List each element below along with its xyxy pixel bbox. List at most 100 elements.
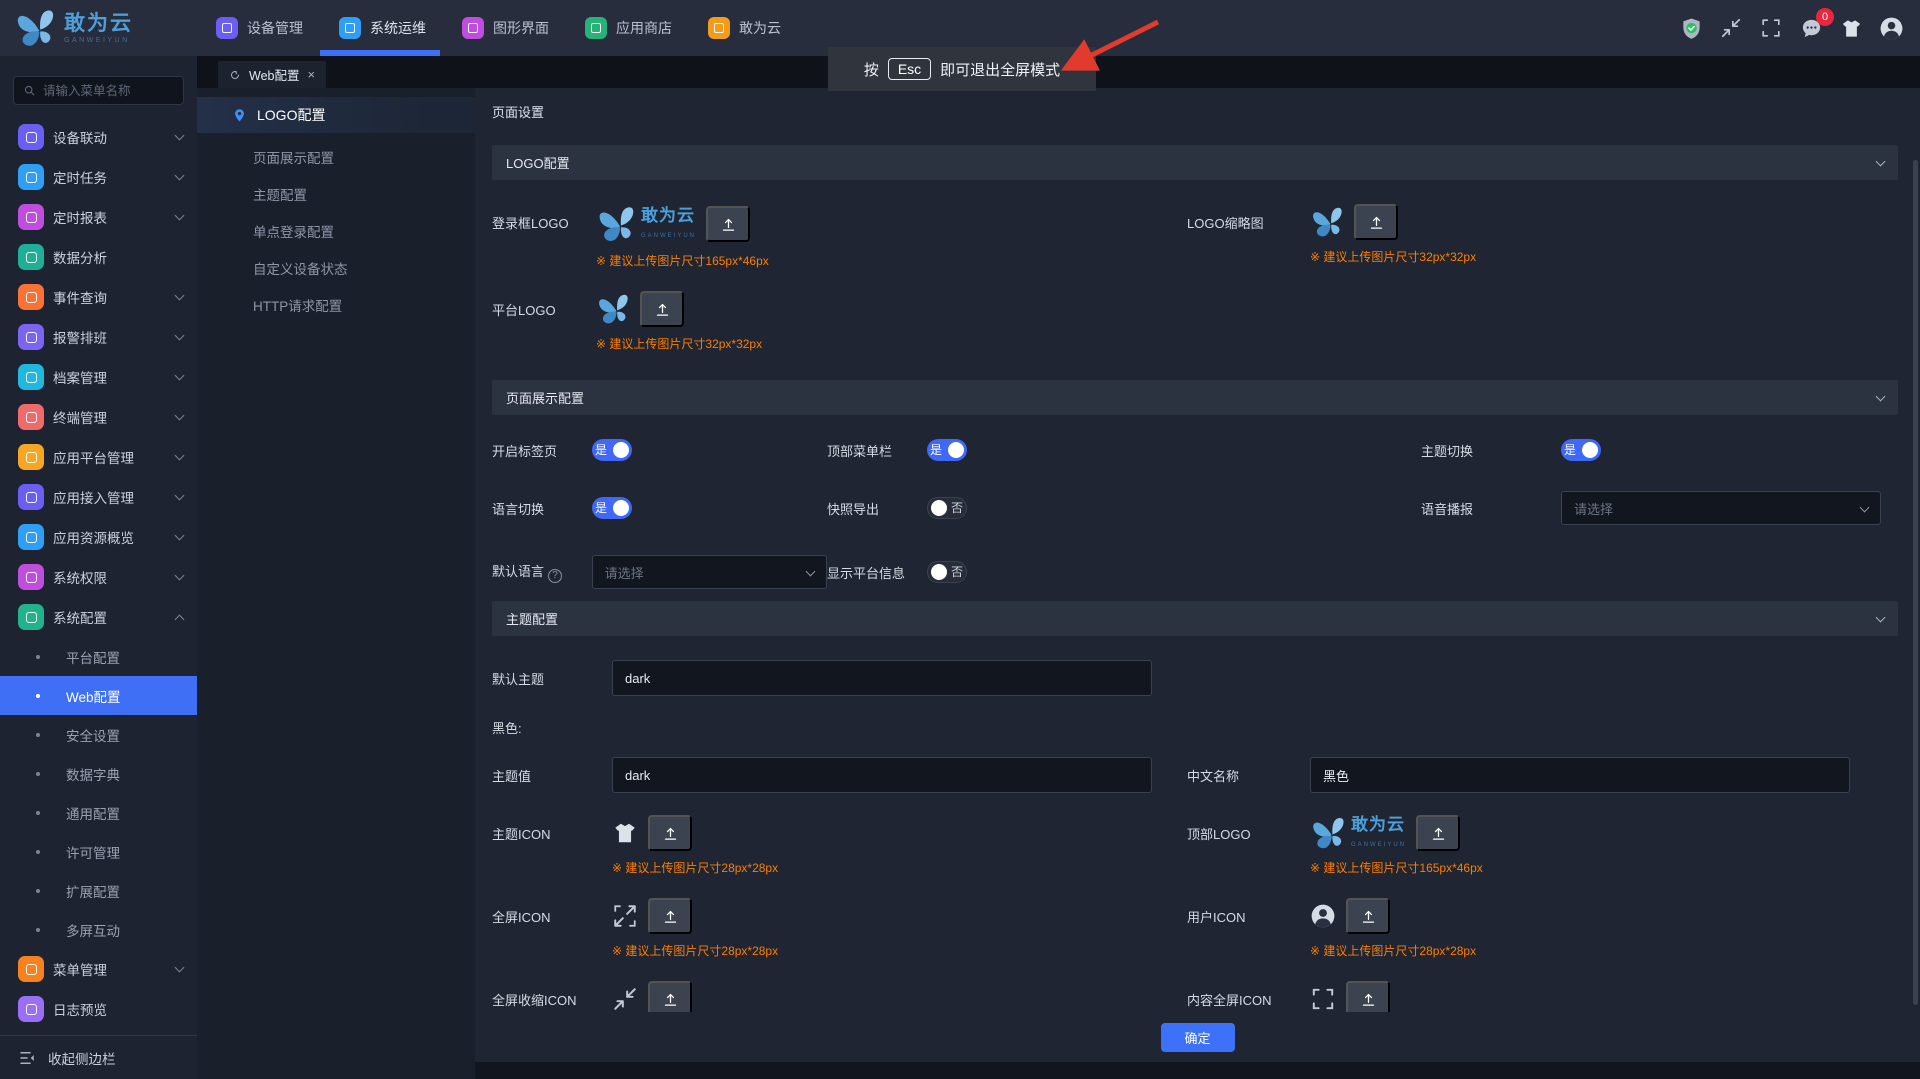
- ganweiyun-butterfly-icon: [708, 17, 730, 39]
- fullscreen-collapse-icon: [612, 986, 638, 1012]
- toggle-snapshot-export[interactable]: 否: [927, 497, 967, 519]
- panel-item-logo-config[interactable]: LOGO配置: [197, 97, 475, 133]
- topbar-actions: 0: [1678, 8, 1920, 41]
- section-header-page-display[interactable]: 页面展示配置: [492, 380, 1898, 415]
- upload-theme-icon-button[interactable]: [648, 815, 692, 851]
- tab-web-config[interactable]: Web配置 ×: [218, 61, 327, 88]
- user-avatar[interactable]: [1878, 15, 1904, 41]
- toggle-show-platform-info[interactable]: 否: [927, 561, 967, 583]
- sidebar-subitem-multiscreen[interactable]: 多屏互动: [0, 910, 197, 949]
- sidebar-item-system-config[interactable]: 系统配置: [0, 597, 197, 637]
- upload-fullscreen-icon-button[interactable]: [648, 898, 692, 934]
- sidebar-subitem-data-dictionary[interactable]: 数据字典: [0, 754, 197, 793]
- sidebar-subitem-extension-config[interactable]: 扩展配置: [0, 871, 197, 910]
- app-access-management-icon: [18, 484, 44, 510]
- panel-item-theme-config[interactable]: 主题配置: [197, 175, 475, 212]
- field-default-theme: 默认主题: [492, 660, 1898, 696]
- exit-fullscreen-icon[interactable]: [1718, 15, 1744, 41]
- upload-login-logo-button[interactable]: [706, 206, 751, 242]
- sidebar-item-scheduled-reports[interactable]: 定时报表: [0, 197, 197, 237]
- search-input[interactable]: [43, 83, 174, 98]
- sidebar-item-system-permissions[interactable]: 系统权限: [0, 557, 197, 597]
- theme-value-input[interactable]: [612, 757, 1152, 793]
- sidebar-item-menu-management[interactable]: 菜单管理: [0, 949, 197, 989]
- system-config-icon: [18, 604, 44, 630]
- panel-item-sso-config[interactable]: 单点登录配置: [197, 212, 475, 249]
- sidebar-item-app-platform-management[interactable]: 应用平台管理: [0, 437, 197, 477]
- sidebar-item-app-resource-overview[interactable]: 应用资源概览: [0, 517, 197, 557]
- sidebar-item-app-access-management[interactable]: 应用接入管理: [0, 477, 197, 517]
- refresh-icon[interactable]: [229, 69, 241, 81]
- confirm-button[interactable]: 确定: [1160, 1022, 1235, 1052]
- upload-hint: ※ 建议上传图片尺寸165px*46px: [596, 254, 769, 268]
- toggle-enable-tabs[interactable]: 是: [592, 439, 632, 461]
- alarm-scheduling-icon: [18, 324, 44, 350]
- help-icon[interactable]: ?: [548, 568, 563, 583]
- brand-butterfly-logo: [14, 7, 56, 49]
- sidebar-item-data-analysis[interactable]: 数据分析: [0, 237, 197, 277]
- settings-form: 页面设置 LOGO配置 登录框LOGO 敢为云 GANWEIYUN ※ 建议上传…: [475, 88, 1920, 1012]
- sidebar: 设备联动 定时任务 定时报表 数据分析 事件查询: [0, 56, 197, 1079]
- upload-hint: ※ 建议上传图片尺寸28px*28px: [612, 861, 779, 875]
- sidebar-item-alarm-scheduling[interactable]: 报警排班: [0, 317, 197, 357]
- nav-system-operations[interactable]: 系统运维: [339, 0, 426, 56]
- archive-management-icon: [18, 364, 44, 390]
- theme-shirt-icon[interactable]: [1838, 15, 1864, 41]
- nav-device-management[interactable]: 设备管理: [216, 0, 303, 56]
- upload-icon: [662, 825, 679, 842]
- upload-platform-logo-button[interactable]: [640, 291, 684, 327]
- upload-hint: ※ 建议上传图片尺寸32px*32px: [596, 337, 763, 351]
- security-shield-icon[interactable]: [1678, 15, 1704, 41]
- default-theme-input[interactable]: [612, 660, 1152, 696]
- section-header-theme-config[interactable]: 主题配置: [492, 601, 1898, 636]
- sidebar-item-log-preview[interactable]: 日志预览: [0, 989, 197, 1029]
- chevron-down-icon: [174, 290, 185, 301]
- graphic-interface-icon: [462, 17, 484, 39]
- upload-logo-thumbnail-button[interactable]: [1354, 204, 1398, 240]
- sidebar-subitem-general-config[interactable]: 通用配置: [0, 793, 197, 832]
- nav-app-store[interactable]: 应用商店: [585, 0, 672, 56]
- vertical-scrollbar[interactable]: [1913, 160, 1918, 1005]
- data-analysis-icon: [18, 244, 44, 270]
- upload-content-fullscreen-icon-button[interactable]: [1346, 981, 1390, 1012]
- close-tab-icon[interactable]: ×: [307, 67, 315, 82]
- settings-panel-nav: LOGO配置 页面展示配置 主题配置 单点登录配置 自定义设备状态 HTTP请求…: [197, 88, 475, 1079]
- voice-broadcast-select[interactable]: 请选择: [1561, 491, 1881, 525]
- nav-ganweiyun[interactable]: 敢为云: [708, 0, 781, 56]
- panel-item-page-display-config[interactable]: 页面展示配置: [197, 138, 475, 175]
- sidebar-item-terminal-management[interactable]: 终端管理: [0, 397, 197, 437]
- cn-name-input[interactable]: [1310, 757, 1850, 793]
- collapse-sidebar-button[interactable]: 收起侧边栏: [0, 1035, 197, 1079]
- section-header-logo-config[interactable]: LOGO配置: [492, 145, 1898, 180]
- panel-item-http-request-config[interactable]: HTTP请求配置: [197, 286, 475, 323]
- sidebar-item-event-query[interactable]: 事件查询: [0, 277, 197, 317]
- messages-icon[interactable]: 0: [1798, 8, 1834, 41]
- default-language-select[interactable]: 请选择: [591, 555, 827, 589]
- chevron-down-icon: [174, 170, 185, 181]
- sidebar-item-device-linkage[interactable]: 设备联动: [0, 117, 197, 157]
- nav-graphic-interface[interactable]: 图形界面: [462, 0, 549, 56]
- upload-user-icon-button[interactable]: [1346, 898, 1390, 934]
- panel-item-custom-device-status[interactable]: 自定义设备状态: [197, 249, 475, 286]
- chevron-down-icon: [174, 130, 185, 141]
- upload-top-logo-button[interactable]: [1416, 815, 1461, 851]
- sidebar-subitem-web-config[interactable]: Web配置: [0, 676, 197, 715]
- chevron-down-icon: [805, 566, 816, 576]
- menu-search-box[interactable]: [13, 76, 184, 105]
- sidebar-item-scheduled-tasks[interactable]: 定时任务: [0, 157, 197, 197]
- chevron-up-icon: [174, 614, 185, 624]
- brand-title: 敢为云: [64, 11, 133, 35]
- toggle-top-menu[interactable]: 是: [927, 439, 967, 461]
- toggle-language-switch[interactable]: 是: [592, 497, 632, 519]
- chevron-down-icon: [174, 410, 185, 421]
- menu-management-icon: [18, 956, 44, 982]
- sidebar-item-archive-management[interactable]: 档案管理: [0, 357, 197, 397]
- chevron-down-icon: [1875, 156, 1886, 167]
- upload-fullscreen-collapse-icon-button[interactable]: [648, 981, 692, 1012]
- content-fullscreen-icon[interactable]: [1758, 15, 1784, 41]
- upload-icon: [1360, 991, 1377, 1008]
- sidebar-subitem-license-management[interactable]: 许可管理: [0, 832, 197, 871]
- sidebar-subitem-security-settings[interactable]: 安全设置: [0, 715, 197, 754]
- sidebar-subitem-platform-config[interactable]: 平台配置: [0, 637, 197, 676]
- toggle-theme-switch[interactable]: 是: [1561, 439, 1601, 461]
